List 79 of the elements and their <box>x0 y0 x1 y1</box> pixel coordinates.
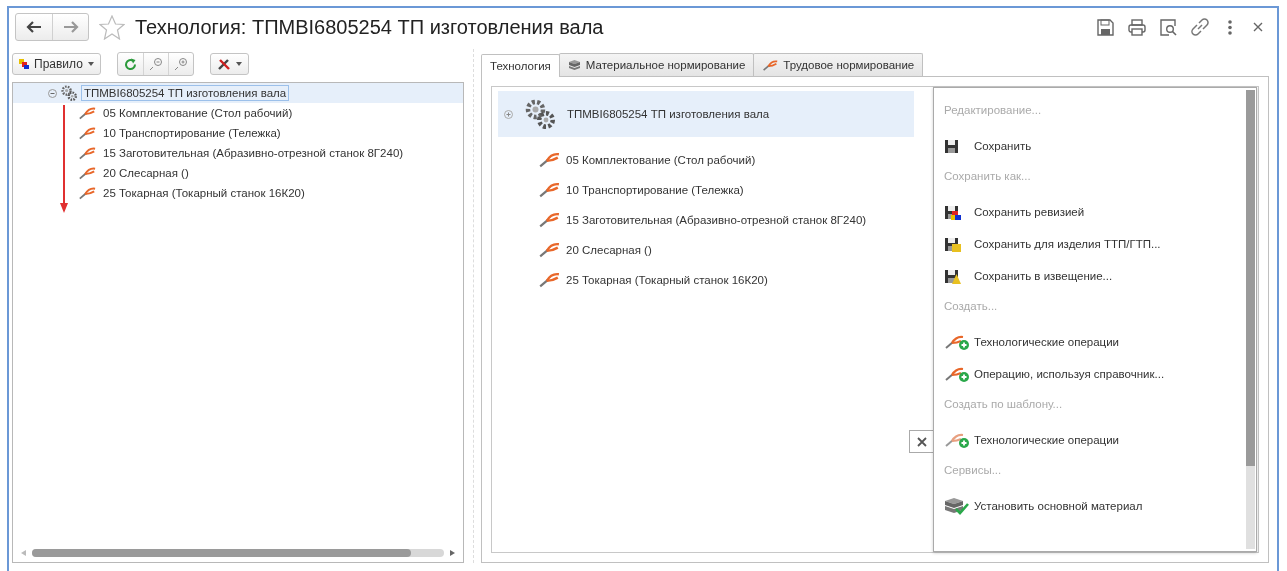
operation-label[interactable]: 25 Токарная (Токарный станок 16К20) <box>566 274 768 286</box>
save-icon[interactable] <box>1097 18 1114 36</box>
pliers-icon <box>78 165 96 181</box>
tree-item-label: ТПМВІ6805254 ТП изготовления вала <box>81 85 290 101</box>
pliers-plus-icon <box>944 333 970 351</box>
tab[interactable]: Трудовое нормирование <box>753 53 924 76</box>
printer-icon[interactable] <box>1128 18 1146 36</box>
floppy-disk-icon <box>944 235 962 253</box>
stack-check-icon <box>944 496 970 516</box>
operation-label[interactable]: 05 Комплектование (Стол рабочий) <box>566 154 756 166</box>
menu-item[interactable]: Технологические операции <box>944 326 1120 358</box>
menu-item[interactable]: Сохранить в извещение... <box>944 260 1113 292</box>
preview-icon[interactable] <box>1160 18 1177 36</box>
menu-item[interactable]: Технологические операции <box>944 424 1120 456</box>
process-node[interactable]: ТПМВІ6805254 ТП изготовления вала <box>498 91 914 137</box>
pliers-icon <box>78 105 96 121</box>
menu-item[interactable]: Операцию, используя справочник... <box>944 358 1165 390</box>
tree-row[interactable]: 25 Токарная (Токарный станок 16К20) <box>13 183 463 203</box>
left-arrow-icon <box>26 21 42 33</box>
tree-item-label: 05 Комплектование (Стол рабочий) <box>102 106 294 121</box>
right-arrow-icon <box>62 21 79 33</box>
pliers-icon <box>762 58 779 72</box>
pliers-plus-icon <box>944 365 970 383</box>
menu-item[interactable]: Сохранить <box>944 130 1032 162</box>
color-squares-icon <box>19 59 29 69</box>
refresh-icon <box>123 57 137 71</box>
pliers-icon <box>78 145 96 161</box>
menu-section-label: Создать по шаблону... <box>944 398 1063 412</box>
link-icon[interactable] <box>1191 18 1209 36</box>
vertical-scrollbar[interactable] <box>1246 90 1255 549</box>
caret-icon <box>235 62 242 66</box>
close-icon <box>917 436 927 447</box>
tools-dropdown[interactable] <box>209 53 249 75</box>
expand-icon[interactable] <box>504 109 513 119</box>
rule-dropdown[interactable]: Правило <box>12 53 101 75</box>
pliers-icon <box>538 181 560 199</box>
floppy-disk-icon <box>944 203 962 221</box>
menu-section-label: Сохранить как... <box>944 170 1031 184</box>
caret-icon <box>87 62 94 66</box>
pliers-icon <box>538 241 560 259</box>
stack-icon <box>567 59 581 71</box>
tree-row[interactable]: 05 Комплектование (Стол рабочий) <box>13 103 463 123</box>
tab[interactable]: Материальное нормирование <box>558 53 755 76</box>
tab[interactable]: Технология <box>481 54 560 77</box>
floppy-disk-icon <box>944 267 962 285</box>
process-label: ТПМВІ6805254 ТП изготовления вала <box>567 108 770 120</box>
gears-icon <box>61 85 77 101</box>
pliers-icon <box>78 125 96 141</box>
tree-item-label: 10 Транспортирование (Тележка) <box>102 126 282 141</box>
close-icon[interactable] <box>1251 20 1265 34</box>
zoom-in-icon <box>173 57 188 71</box>
pliers-icon <box>538 211 560 229</box>
pliers-icon <box>538 271 560 289</box>
menu-section-label: Редактирование... <box>944 104 1042 118</box>
tree-row[interactable]: 10 Транспортирование (Тележка) <box>13 123 463 143</box>
gears-icon <box>525 99 555 129</box>
operation-label[interactable]: 15 Заготовительная (Абразивно-отрезной станок 8Г240) <box>566 214 867 226</box>
operation-label[interactable]: 10 Транспортирование (Тележка) <box>566 184 744 196</box>
window-title: Технология: ТПМВІ6805254 ТП изготовления вала <box>135 15 605 39</box>
tree-item-label: 20 Слесарная () <box>102 166 190 181</box>
collapse-icon[interactable] <box>48 88 57 98</box>
tree-item-label: 25 Токарная (Токарный станок 16К20) <box>102 186 306 201</box>
menu-item[interactable]: Установить основной материал <box>944 490 1143 522</box>
zoom-out-icon <box>148 57 163 71</box>
tree-row[interactable]: 15 Заготовительная (Абразивно-отрезной станок 8Г240) <box>13 143 463 163</box>
scroll-right-icon[interactable] <box>450 550 455 556</box>
star-icon[interactable] <box>99 14 125 40</box>
tree-item-label: 15 Заготовительная (Абразивно-отрезной станок 8Г240) <box>102 146 405 161</box>
pliers-icon <box>78 185 96 201</box>
menu-section-label: Создать... <box>944 300 998 314</box>
pliers-plus-icon <box>944 431 970 449</box>
tree-row[interactable]: 20 Слесарная () <box>13 163 463 183</box>
menu-section-label: Сервисы... <box>944 464 1002 478</box>
tree-row[interactable]: ТПМВІ6805254 ТП изготовления вала <box>13 83 463 103</box>
close-menu-button[interactable] <box>909 430 934 453</box>
menu-item[interactable]: Сохранить для изделия ТТП/ГТП... <box>944 228 1161 260</box>
operation-label[interactable]: 20 Слесарная () <box>566 244 652 256</box>
pliers-icon <box>538 151 560 169</box>
menu-item[interactable]: Сохранить ревизией <box>944 196 1085 228</box>
